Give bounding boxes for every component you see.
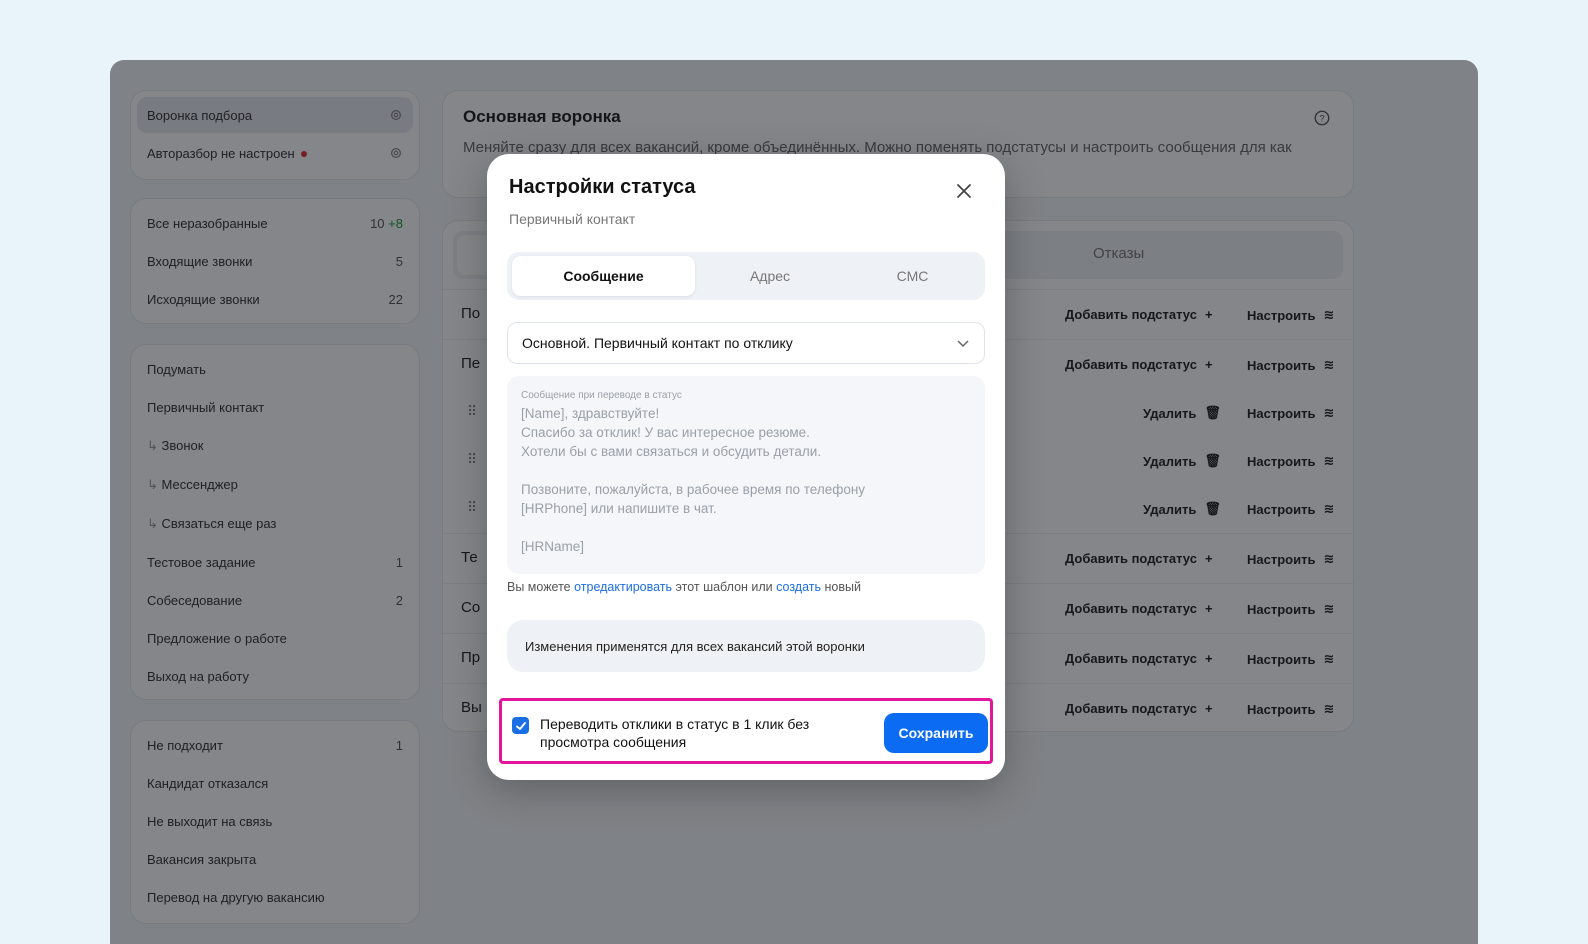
tab-address[interactable]: Адрес (699, 256, 841, 296)
highlight-box: Переводить отклики в статус в 1 клик без… (499, 698, 993, 764)
create-template-link[interactable]: создать (776, 580, 821, 594)
save-button[interactable]: Сохранить (884, 713, 988, 753)
checkbox-label[interactable]: Переводить отклики в статус в 1 клик без… (540, 715, 858, 751)
template-hint: Вы можете отредактировать этот шаблон ил… (507, 580, 861, 594)
tab-message[interactable]: Сообщение (512, 256, 695, 296)
message-label: Сообщение при переводе в статус (521, 390, 682, 401)
tab-sms[interactable]: СМС (845, 256, 980, 296)
message-text: [Name], здравствуйте! Спасибо за отклик!… (521, 406, 866, 554)
close-icon[interactable] (953, 180, 975, 202)
message-textarea[interactable]: Сообщение при переводе в статус [Name], … (507, 376, 985, 574)
modal-title: Настройки статуса (509, 176, 696, 198)
modal-subtitle: Первичный контакт (509, 211, 636, 227)
template-select-value: Основной. Первичный контакт по отклику (522, 335, 793, 351)
modal-tabs: Сообщение Адрес СМС (507, 252, 985, 300)
check-icon (515, 721, 526, 730)
apply-notice: Изменения применятся для всех вакансий э… (507, 620, 985, 672)
template-select[interactable]: Основной. Первичный контакт по отклику (507, 322, 985, 364)
status-settings-modal: Настройки статуса Первичный контакт Сооб… (487, 154, 1005, 780)
edit-template-link[interactable]: отредактировать (574, 580, 672, 594)
one-click-checkbox[interactable] (512, 717, 529, 734)
chevron-down-icon (957, 340, 969, 348)
